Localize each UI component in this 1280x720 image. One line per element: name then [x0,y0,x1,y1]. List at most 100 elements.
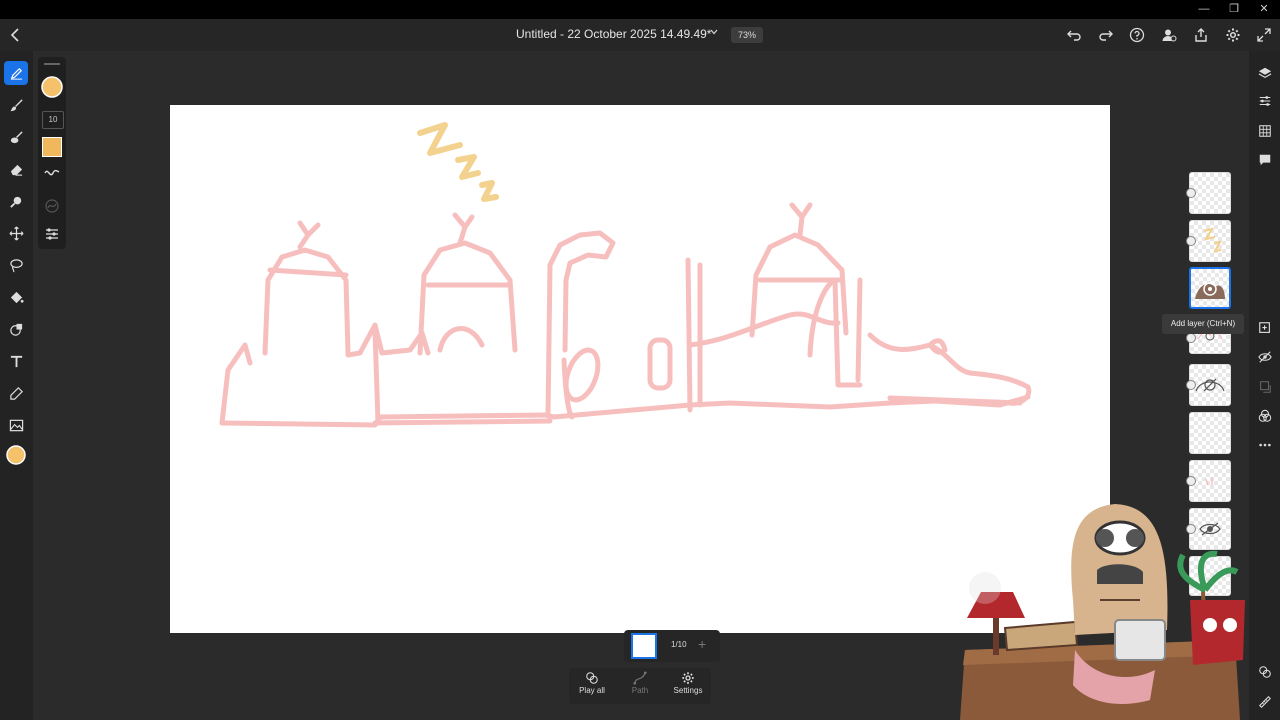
animation-settings-button[interactable]: Settings [666,671,710,701]
pencil-tool[interactable] [4,61,28,85]
layer-5-preview [1195,378,1225,392]
right-panel-bar [1249,51,1280,720]
settings-label: Settings [673,686,703,695]
add-layer-button[interactable] [1256,319,1274,337]
fill-brush-tool[interactable] [4,125,28,149]
layer-thumbnail-6[interactable] [1189,412,1231,454]
eraser-tool[interactable] [4,157,28,181]
add-layer-icon [1259,322,1270,333]
layer-visibility-4[interactable] [1186,333,1196,343]
layer-3-preview [1195,282,1225,299]
add-frame-button[interactable]: + [698,636,706,652]
grid-icon [1259,125,1271,137]
blend-icon [1258,409,1272,422]
chevron-left-icon [10,28,19,42]
paint-bucket-tool[interactable] [4,285,28,309]
grid-button[interactable] [1256,122,1274,140]
ruler-icon [1259,696,1271,708]
stabilizer-icon[interactable] [44,167,60,179]
add-layer-tooltip: Add layer (Ctrl+N) [1162,314,1244,334]
undo-button[interactable] [1065,26,1083,44]
path-label: Path [631,686,649,695]
blend-mode-button[interactable] [1256,407,1274,425]
paint-bucket-icon [10,291,24,303]
mascot-illustration [960,504,1245,720]
image-tool[interactable] [4,413,28,437]
brush-icon [9,98,23,111]
gear-icon [682,672,694,684]
tool-sidebar [0,51,33,720]
chevron-down-icon [710,29,718,35]
layers-icon [1258,67,1272,79]
path-icon [633,671,647,685]
layer-visibility-7[interactable] [1186,476,1196,486]
zoom-level[interactable]: 73% [731,27,763,43]
restore-button[interactable]: ❐ [1226,2,1242,16]
frame-thumbnail-1[interactable] [631,633,657,659]
merge-layer-button[interactable] [1256,378,1274,396]
brush-tool[interactable] [4,93,28,117]
animation-controls: Play all Path Settings [569,668,711,704]
move-tool[interactable] [4,221,28,245]
sliders-icon [1259,96,1271,106]
smudge-tool[interactable] [4,189,28,213]
share-icon [1195,28,1207,42]
help-button[interactable] [1128,26,1146,44]
comments-button[interactable] [1256,151,1274,169]
merge-icon [1260,381,1271,393]
help-icon [1129,27,1145,43]
undo-icon [1067,30,1081,41]
account-button[interactable] [1160,26,1178,44]
play-all-label: Play all [579,686,605,695]
layer-visibility-5[interactable] [1186,380,1196,390]
document-title[interactable]: Untitled - 22 October 2025 14.49.49* [516,27,711,41]
fullscreen-button[interactable] [1255,26,1273,44]
comment-icon [1259,154,1271,166]
title-dropdown[interactable] [709,27,719,40]
layer-visibility-2[interactable] [1186,236,1196,246]
close-window-button[interactable]: ✕ [1256,2,1272,16]
app-header: Untitled - 22 October 2025 14.49.49* 73% [0,19,1280,51]
window-chrome [0,0,1280,19]
play-all-button[interactable]: Play all [570,671,614,701]
text-tool[interactable] [4,349,28,373]
brush-swatch[interactable] [42,137,62,157]
brush-color-circle[interactable] [41,76,63,98]
animation-button[interactable] [1256,663,1274,681]
panel-handle[interactable] [44,63,60,65]
eyedropper-tool[interactable] [4,381,28,405]
adjustments-button[interactable] [1256,92,1274,110]
lasso-tool[interactable] [4,253,28,277]
path-button[interactable]: Path [618,671,662,701]
color-swatch-icon [6,445,26,465]
lasso-icon [9,258,23,272]
back-button[interactable] [8,25,24,45]
fullscreen-icon [1257,28,1271,42]
move-icon [9,226,23,240]
brush-settings-icon[interactable] [44,226,60,242]
share-button[interactable] [1192,26,1210,44]
minimize-button[interactable]: — [1196,2,1212,16]
layer-7-preview [1205,477,1213,486]
account-icon [1162,29,1177,42]
more-options-button[interactable] [1256,436,1274,454]
brush-size-value[interactable]: 10 [42,111,64,129]
fill-brush-icon [10,130,23,143]
shape-tool[interactable] [4,317,28,341]
hide-layer-button[interactable] [1256,348,1274,366]
text-icon [10,355,22,367]
pressure-icon[interactable] [44,198,60,214]
layers-button[interactable] [1256,64,1274,82]
more-horizontal-icon [1259,443,1271,447]
frame-timeline: 1/10 + [624,630,720,662]
settings-button[interactable] [1224,26,1242,44]
color-picker-button[interactable] [4,443,28,467]
eyedropper-icon [9,386,23,400]
layer-thumbnail-3[interactable] [1189,267,1231,309]
ruler-button[interactable] [1256,693,1274,711]
layer-visibility-1[interactable] [1186,188,1196,198]
eraser-icon [10,164,22,176]
smudge-icon [9,196,21,208]
gear-icon [1226,28,1240,42]
redo-button[interactable] [1097,26,1115,44]
